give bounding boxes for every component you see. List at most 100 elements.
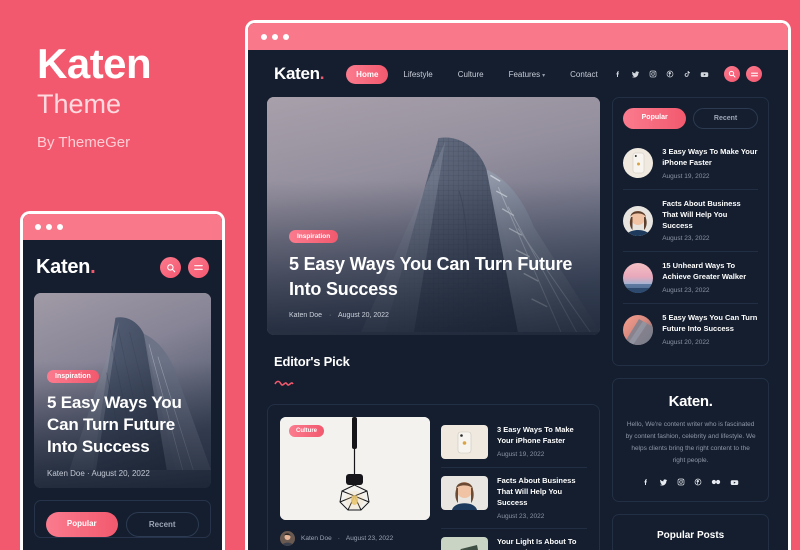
window-dot-maximize-icon[interactable] (283, 33, 289, 40)
mobile-menu-button[interactable] (188, 257, 209, 278)
mobile-brand-logo[interactable]: Katen. (36, 256, 96, 279)
mobile-brand-name: Katen (36, 256, 91, 278)
mobile-hero-card[interactable]: Inspiration 5 Easy Ways You Can Turn Fut… (34, 293, 211, 488)
list-item[interactable]: Facts About Business That Will Help You … (623, 190, 758, 253)
youtube-icon[interactable] (730, 478, 739, 487)
navbar-actions (724, 66, 762, 82)
list-item[interactable]: 15 Unheard Ways To Achieve Greater Walke… (623, 252, 758, 305)
nav-item-lifestyle-label: Lifestyle (403, 69, 433, 79)
mobile-window-titlebar (23, 214, 222, 240)
nav-item-lifestyle[interactable]: Lifestyle (393, 65, 442, 84)
instagram-icon[interactable] (677, 478, 685, 487)
menu-icon (194, 265, 203, 270)
woman-thumb (623, 205, 654, 236)
mobile-hero-meta: Katen Doe · August 20, 2022 (47, 469, 198, 478)
avatar (280, 531, 295, 546)
promo-subtitle: Theme (37, 89, 122, 119)
sunset-photo (623, 262, 654, 293)
list-item-title[interactable]: Facts About Business That Will Help You … (497, 476, 587, 509)
brand-logo[interactable]: Katen. (274, 64, 325, 84)
window-dot-close-icon[interactable] (261, 33, 267, 40)
window-dot-minimize-icon[interactable] (272, 33, 278, 40)
list-item[interactable]: Your Light Is About To Stop Being Releva… (441, 529, 587, 550)
list-item[interactable]: 5 Easy Ways You Can Turn Future Into Suc… (623, 304, 758, 355)
desktop-mockup-window: Katen. Home Lifestyle Culture Features ▾ … (245, 20, 791, 550)
pinterest-icon[interactable] (694, 478, 702, 487)
nav-item-contact[interactable]: Contact (560, 65, 608, 84)
window-dot-minimize-icon[interactable] (46, 224, 52, 230)
mobile-hero-separator: · (87, 469, 90, 478)
hero-date: August 20, 2022 (337, 312, 389, 319)
editors-pick-list: 3 Easy Ways To Make Your iPhone Faster A… (441, 417, 588, 550)
window-dot-close-icon[interactable] (35, 224, 41, 230)
tiktok-icon[interactable] (683, 70, 691, 78)
window-dot-maximize-icon[interactable] (57, 224, 63, 230)
about-social-links (624, 478, 757, 487)
list-item[interactable]: 3 Easy Ways To Make Your iPhone Faster A… (623, 138, 758, 190)
flickr-icon[interactable] (711, 478, 721, 487)
nav-menu: Home Lifestyle Culture Features ▾ Contact (346, 64, 608, 84)
mobile-search-button[interactable] (160, 257, 181, 278)
mobile-brand-dot: . (90, 256, 96, 278)
mobile-tab-popular[interactable]: Popular (46, 512, 118, 537)
facebook-icon[interactable] (614, 70, 622, 78)
list-item-title[interactable]: 5 Easy Ways You Can Turn Future Into Suc… (662, 313, 758, 335)
list-item[interactable]: 3 Easy Ways To Make Your iPhone Faster A… (441, 417, 588, 468)
popular-posts-title: Popular Posts (656, 529, 725, 541)
promo-title: Katen (37, 40, 152, 87)
desktop-viewport: Katen. Home Lifestyle Culture Features ▾ … (248, 50, 788, 550)
iphone-photo (441, 425, 488, 459)
tab-popular[interactable]: Popular (623, 108, 687, 129)
list-item-text: 3 Easy Ways To Make Your iPhone Faster A… (497, 425, 587, 458)
editors-pick-feature-date: August 23, 2022 (345, 535, 394, 542)
twitter-icon[interactable] (631, 70, 640, 79)
editors-pick-feature-meta: Katen Doe · August 23, 2022 (280, 531, 430, 546)
twitter-icon[interactable] (659, 478, 668, 487)
hero-category-badge[interactable]: Inspiration (289, 230, 339, 244)
brand-dot: . (319, 64, 325, 83)
mobile-hero-content: Inspiration 5 Easy Ways You Can Turn Fut… (47, 365, 198, 478)
fabric-photo (623, 314, 654, 345)
squiggle-divider-icon (274, 373, 600, 391)
search-button[interactable] (724, 66, 740, 82)
list-item-title[interactable]: 3 Easy Ways To Make Your iPhone Faster (497, 425, 587, 447)
list-item-text: Facts About Business That Will Help You … (497, 476, 587, 520)
nav-item-home[interactable]: Home (346, 64, 389, 84)
tab-recent[interactable]: Recent (693, 108, 759, 129)
nav-item-culture[interactable]: Culture (448, 65, 494, 84)
editors-pick-feature[interactable]: Culture Katen Doe · August 23, 2022 (280, 417, 430, 550)
pinterest-icon[interactable] (666, 70, 674, 78)
list-item-title[interactable]: 15 Unheard Ways To Achieve Greater Walke… (662, 261, 758, 283)
list-item-title[interactable]: Facts About Business That Will Help You … (662, 199, 758, 232)
mobile-nav-actions (160, 257, 209, 278)
menu-button[interactable] (746, 66, 762, 82)
about-description: Hello, We're content writer who is fasci… (625, 420, 756, 464)
main-left-column: Inspiration 5 Easy Ways You Can Turn Fut… (267, 97, 601, 550)
editors-pick-feature-badge[interactable]: Culture (289, 425, 324, 437)
about-brand-name: Katen (668, 392, 709, 410)
about-brand-dot: . (708, 392, 713, 410)
nav-item-features[interactable]: Features ▾ (499, 65, 556, 84)
sidebar: Popular Recent 3 Easy Ways To Make Your … (612, 97, 769, 550)
iphone-thumb (441, 425, 488, 459)
list-item-title[interactable]: Your Light Is About To Stop Being Releva… (497, 537, 587, 550)
mobile-tab-recent[interactable]: Recent (125, 512, 199, 537)
mobile-hero-badge[interactable]: Inspiration (47, 369, 99, 383)
youtube-icon[interactable] (700, 70, 709, 79)
hero-title[interactable]: 5 Easy Ways You Can Turn Future Into Suc… (289, 252, 578, 301)
instagram-icon[interactable] (649, 70, 657, 78)
woman-portrait-photo (623, 205, 654, 236)
facebook-icon[interactable] (642, 478, 650, 487)
nav-item-contact-label: Contact (570, 69, 598, 79)
fabric-thumb (623, 314, 654, 345)
hero-card[interactable]: Inspiration 5 Easy Ways You Can Turn Fut… (267, 97, 601, 335)
woman-thumb (441, 476, 488, 510)
list-item-text: Your Light Is About To Stop Being Releva… (497, 537, 587, 550)
about-brand-logo: Katen. (624, 393, 757, 410)
list-item-text: 3 Easy Ways To Make Your iPhone Faster A… (662, 147, 758, 180)
list-item-title[interactable]: 3 Easy Ways To Make Your iPhone Faster (662, 147, 758, 169)
mobile-hero-title[interactable]: 5 Easy Ways You Can Turn Future Into Suc… (47, 392, 198, 458)
chevron-down-icon: ▾ (542, 72, 546, 79)
site-navbar: Katen. Home Lifestyle Culture Features ▾ … (248, 50, 788, 97)
list-item[interactable]: Facts About Business That Will Help You … (441, 468, 588, 529)
